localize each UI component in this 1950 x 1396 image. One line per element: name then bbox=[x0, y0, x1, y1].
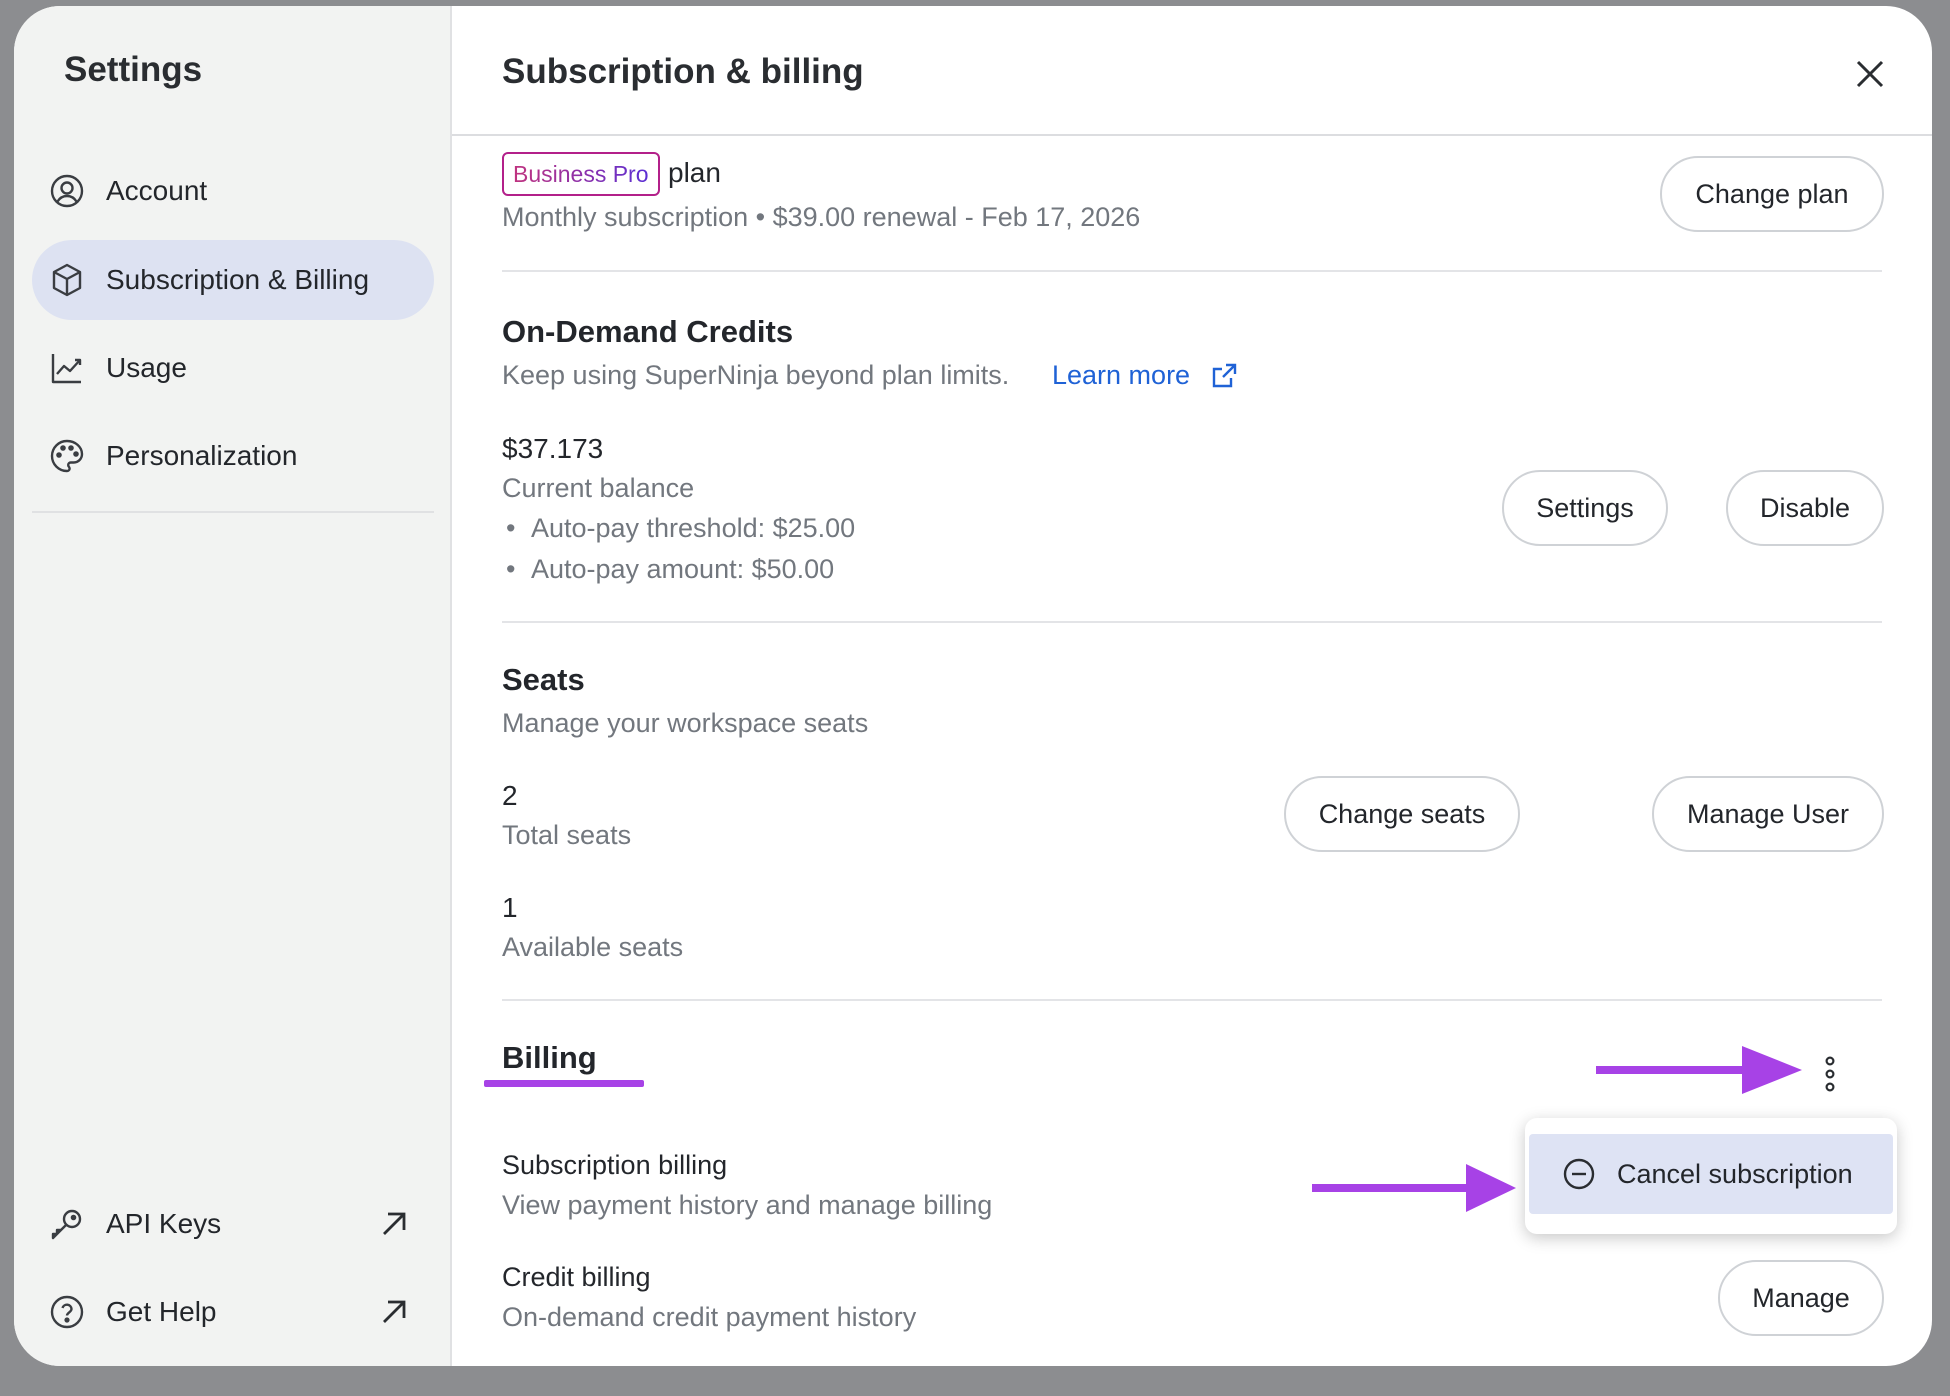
header-divider bbox=[452, 134, 1932, 136]
disable-credits-button[interactable]: Disable bbox=[1726, 470, 1884, 546]
credits-bullet: • Auto-pay amount: $50.00 bbox=[506, 554, 835, 584]
total-seats-value: 2 bbox=[502, 780, 518, 811]
page-title: Subscription & billing bbox=[502, 52, 864, 91]
learn-more-link[interactable]: Learn more bbox=[1052, 360, 1238, 391]
manage-credit-billing-button[interactable]: Manage bbox=[1718, 1260, 1884, 1336]
credits-title: On-Demand Credits bbox=[502, 314, 794, 349]
palette-icon bbox=[48, 437, 86, 475]
section-divider bbox=[502, 621, 1882, 623]
billing-underline-annotation bbox=[484, 1080, 644, 1087]
more-vertical-icon bbox=[1825, 1056, 1835, 1092]
manage-user-button[interactable]: Manage User bbox=[1652, 776, 1884, 852]
section-divider bbox=[502, 270, 1882, 272]
sidebar-item-personalization[interactable]: Personalization bbox=[32, 416, 434, 496]
sidebar-title: Settings bbox=[64, 50, 203, 89]
credit-billing-title: Credit billing bbox=[502, 1262, 651, 1292]
plan-suffix: plan bbox=[668, 157, 721, 188]
billing-options-menu: Cancel subscription bbox=[1525, 1118, 1897, 1234]
help-circle-icon bbox=[48, 1293, 86, 1331]
settings-modal: Settings Account Subscription & Billing … bbox=[14, 6, 1932, 1366]
credits-settings-button[interactable]: Settings bbox=[1502, 470, 1668, 546]
sidebar-item-label: API Keys bbox=[106, 1208, 222, 1239]
settings-sidebar: Settings Account Subscription & Billing … bbox=[14, 6, 452, 1366]
total-seats-label: Total seats bbox=[502, 820, 632, 850]
billing-title: Billing bbox=[502, 1040, 597, 1075]
annotation-arrow bbox=[1596, 1046, 1802, 1094]
seats-title: Seats bbox=[502, 662, 585, 697]
sidebar-item-label: Personalization bbox=[106, 440, 298, 471]
arrow-up-right-icon bbox=[374, 1292, 414, 1332]
credit-billing-description: On-demand credit payment history bbox=[502, 1302, 917, 1332]
subscription-billing-description: View payment history and manage billing bbox=[502, 1190, 993, 1220]
change-seats-button[interactable]: Change seats bbox=[1284, 776, 1520, 852]
cancel-subscription-label: Cancel subscription bbox=[1617, 1158, 1853, 1189]
chart-line-icon bbox=[48, 349, 86, 387]
sidebar-item-label: Subscription & Billing bbox=[106, 264, 370, 295]
external-link-icon bbox=[1210, 362, 1238, 390]
seats-description: Manage your workspace seats bbox=[502, 708, 869, 738]
plan-details: Monthly subscription • $39.00 renewal - … bbox=[502, 202, 1141, 232]
sidebar-item-label: Account bbox=[106, 175, 208, 206]
sidebar-item-account[interactable]: Account bbox=[32, 151, 434, 231]
change-plan-button[interactable]: Change plan bbox=[1660, 156, 1884, 232]
credits-balance: $37.173 bbox=[502, 433, 604, 464]
available-seats-value: 1 bbox=[502, 892, 518, 923]
sidebar-item-label: Get Help bbox=[106, 1296, 217, 1327]
sidebar-item-api-keys[interactable]: API Keys bbox=[32, 1184, 434, 1264]
subscription-billing-panel: Subscription & billing Business Pro plan… bbox=[452, 6, 1932, 1366]
plan-badge: Business Pro bbox=[502, 152, 660, 196]
sidebar-item-label: Usage bbox=[106, 352, 187, 383]
arrow-up-right-icon bbox=[374, 1204, 414, 1244]
annotation-arrow bbox=[1312, 1164, 1516, 1212]
sidebar-divider bbox=[32, 511, 434, 513]
section-divider bbox=[502, 999, 1882, 1001]
key-icon bbox=[48, 1205, 86, 1243]
sidebar-item-get-help[interactable]: Get Help bbox=[32, 1272, 434, 1352]
sidebar-item-usage[interactable]: Usage bbox=[32, 328, 434, 408]
close-icon bbox=[1856, 60, 1884, 88]
sidebar-item-subscription-billing[interactable]: Subscription & Billing bbox=[32, 240, 434, 320]
minus-circle-icon bbox=[1561, 1156, 1597, 1192]
billing-more-button[interactable] bbox=[1820, 1054, 1840, 1094]
credits-description: Keep using SuperNinja beyond plan limits… bbox=[502, 360, 1010, 390]
available-seats-label: Available seats bbox=[502, 932, 684, 962]
cancel-subscription-menu-item[interactable]: Cancel subscription bbox=[1529, 1134, 1893, 1214]
credits-bullet: • Auto-pay threshold: $25.00 bbox=[506, 513, 856, 543]
package-icon bbox=[48, 261, 86, 299]
close-button[interactable] bbox=[1848, 52, 1892, 96]
subscription-billing-title: Subscription billing bbox=[502, 1150, 728, 1180]
credits-balance-label: Current balance bbox=[502, 473, 695, 503]
user-circle-icon bbox=[48, 172, 86, 210]
